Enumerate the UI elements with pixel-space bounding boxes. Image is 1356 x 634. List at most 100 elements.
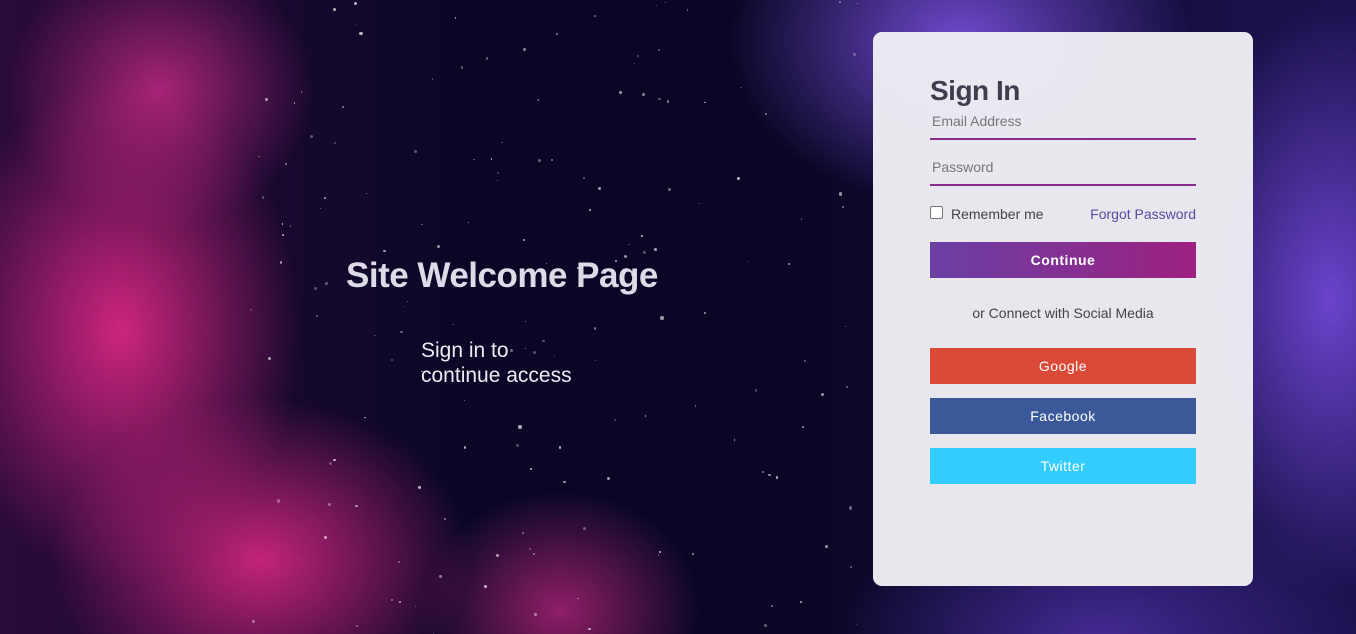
star xyxy=(733,439,736,441)
star xyxy=(775,476,779,479)
star xyxy=(316,314,319,317)
star xyxy=(473,158,475,161)
star xyxy=(268,357,271,361)
star xyxy=(413,150,417,153)
star xyxy=(747,261,749,263)
star xyxy=(658,97,662,101)
welcome-subtitle-line2: continue access xyxy=(421,364,572,387)
remember-checkbox[interactable] xyxy=(930,205,943,219)
star xyxy=(640,234,643,237)
star xyxy=(443,517,446,521)
star xyxy=(327,502,331,507)
star xyxy=(421,223,423,226)
star xyxy=(355,504,358,508)
star xyxy=(501,141,503,144)
star xyxy=(319,208,322,210)
star xyxy=(276,499,281,503)
star xyxy=(309,134,313,138)
star xyxy=(334,141,337,145)
continue-button[interactable]: Continue xyxy=(930,242,1196,278)
star xyxy=(463,399,466,401)
star xyxy=(642,251,646,255)
star xyxy=(856,3,859,5)
star xyxy=(636,54,639,57)
star xyxy=(297,558,300,560)
welcome-title: Site Welcome Page xyxy=(346,256,658,295)
star xyxy=(824,545,828,549)
forgot-password-link[interactable]: Forgot Password xyxy=(1090,206,1196,222)
star xyxy=(583,526,587,530)
star xyxy=(699,202,701,204)
star xyxy=(496,179,498,181)
star xyxy=(619,90,622,94)
star xyxy=(563,480,566,484)
welcome-subtitle: Sign in to continue access xyxy=(421,338,621,388)
star xyxy=(528,547,532,550)
star xyxy=(848,506,853,510)
remember-me[interactable]: Remember me xyxy=(930,205,1044,222)
star xyxy=(390,599,393,601)
star xyxy=(529,468,532,471)
star xyxy=(328,461,333,465)
star xyxy=(657,48,660,51)
star xyxy=(522,531,525,534)
star xyxy=(332,8,336,11)
google-button[interactable]: Google xyxy=(930,348,1196,384)
star xyxy=(587,627,591,631)
star xyxy=(634,63,636,65)
star xyxy=(485,57,488,60)
star xyxy=(522,47,527,52)
star xyxy=(289,225,292,228)
star xyxy=(613,419,616,422)
email-input[interactable] xyxy=(930,104,1196,140)
star xyxy=(359,31,363,36)
star xyxy=(556,32,558,35)
star xyxy=(589,209,591,211)
star xyxy=(536,99,540,102)
star xyxy=(314,287,317,291)
star xyxy=(754,389,758,392)
social-connect-text: or Connect with Social Media xyxy=(972,305,1154,321)
star xyxy=(844,326,846,328)
star xyxy=(550,158,553,161)
star xyxy=(439,575,442,578)
star xyxy=(558,445,562,449)
star xyxy=(804,360,806,362)
star xyxy=(852,52,856,56)
star xyxy=(644,415,647,417)
star xyxy=(666,100,669,103)
star xyxy=(515,444,519,448)
star xyxy=(767,473,771,477)
twitter-button[interactable]: Twitter xyxy=(930,448,1196,484)
star xyxy=(324,196,327,199)
star xyxy=(846,386,849,389)
star xyxy=(522,239,525,242)
star xyxy=(365,192,367,194)
star xyxy=(692,552,695,555)
star xyxy=(399,601,401,604)
star xyxy=(802,426,805,428)
star xyxy=(324,281,329,285)
star xyxy=(250,308,253,311)
signin-options-row: Remember me Forgot Password xyxy=(930,204,1196,224)
password-input[interactable] xyxy=(930,150,1196,186)
welcome-subtitle-line1: Sign in to xyxy=(421,339,509,362)
star xyxy=(598,187,602,191)
star xyxy=(799,601,802,603)
star xyxy=(282,233,285,237)
star xyxy=(820,392,824,396)
star xyxy=(664,1,667,4)
star xyxy=(659,551,661,553)
star xyxy=(324,535,328,539)
star xyxy=(764,113,767,115)
facebook-button[interactable]: Facebook xyxy=(930,398,1196,434)
star xyxy=(534,613,538,617)
star xyxy=(838,192,842,196)
star xyxy=(496,171,500,175)
remember-label: Remember me xyxy=(951,206,1044,222)
star xyxy=(354,23,356,25)
star xyxy=(628,243,630,245)
welcome-section: Site Welcome Page Sign in to continue ac… xyxy=(346,256,658,388)
star xyxy=(252,620,255,623)
signin-title: Sign In xyxy=(930,75,1020,106)
